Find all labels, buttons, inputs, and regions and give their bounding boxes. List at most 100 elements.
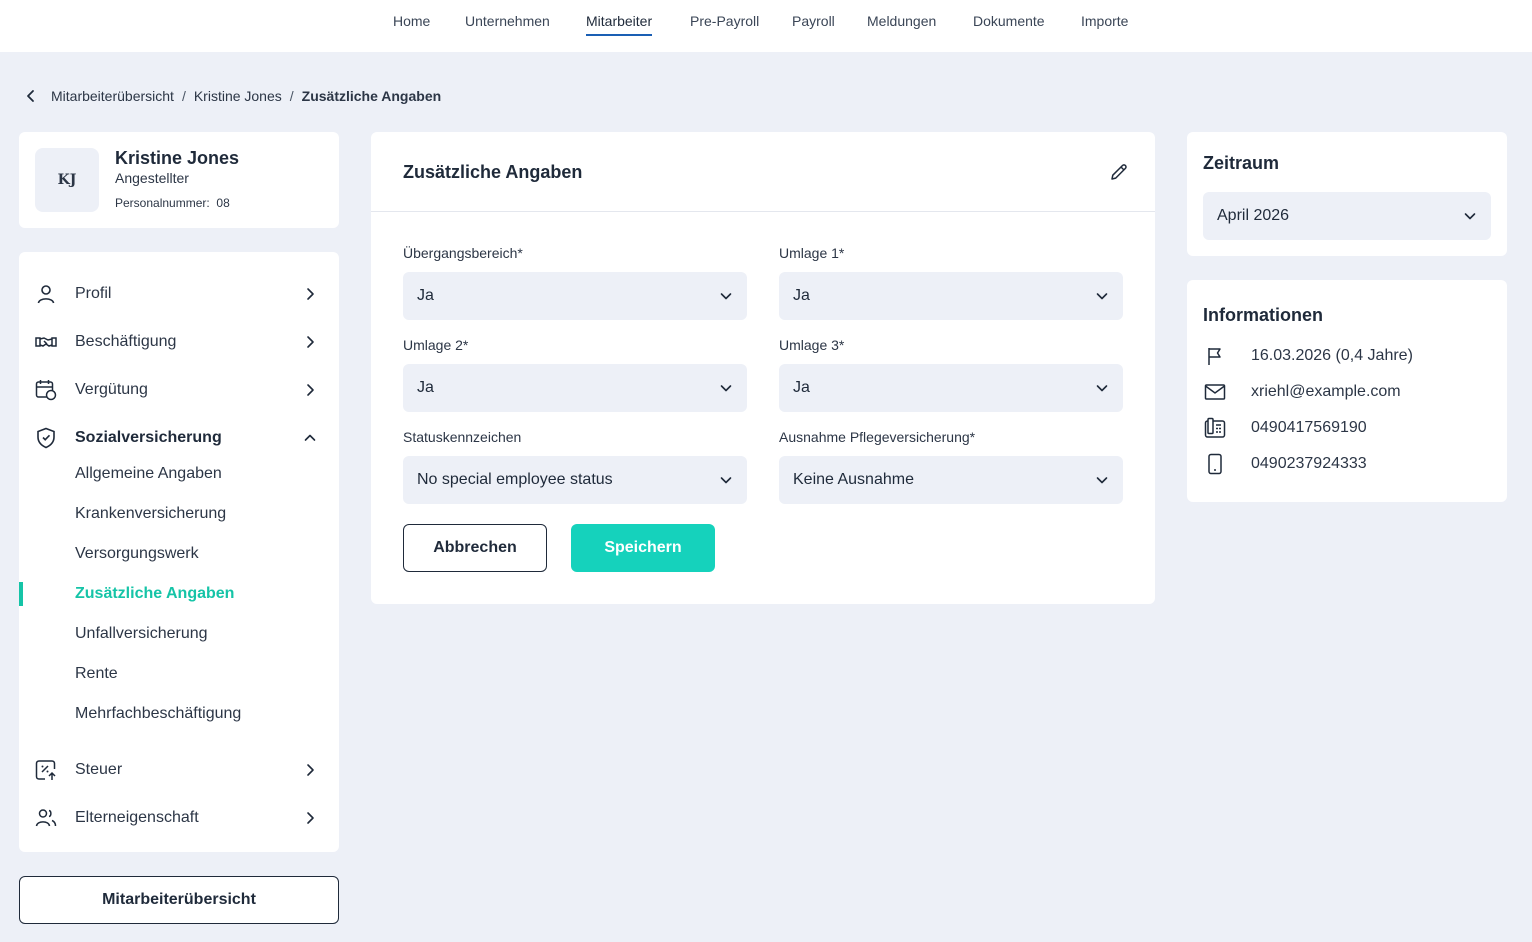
chevron-down-icon xyxy=(1095,473,1109,487)
information-title: Informationen xyxy=(1203,305,1323,325)
chevron-right-icon xyxy=(303,287,317,301)
top-navigation-bar: Home Unternehmen Mitarbeiter Pre-Payroll… xyxy=(0,0,1532,52)
nav-payroll[interactable]: Payroll xyxy=(792,12,835,36)
nav-dokumente[interactable]: Dokumente xyxy=(973,12,1045,36)
period-card: Zeitraum April 2026 xyxy=(1187,132,1507,256)
sidebar-subitem-zusaetzliche-angaben[interactable]: Zusätzliche Angaben xyxy=(75,574,234,614)
ausnahme-pflegeversicherung-select[interactable]: Keine Ausnahme xyxy=(779,456,1123,504)
chevron-right-icon xyxy=(303,335,317,349)
active-indicator xyxy=(19,582,23,606)
additional-details-form: Zusätzliche Angaben Übergangsbereich* Ja… xyxy=(371,132,1155,604)
form-title: Zusätzliche Angaben xyxy=(403,162,583,182)
nav-pre-payroll[interactable]: Pre-Payroll xyxy=(690,12,759,36)
employee-role: Angestellter xyxy=(115,170,189,186)
select-value: Ja xyxy=(417,287,434,304)
tax-icon xyxy=(35,759,57,781)
chevron-up-icon xyxy=(303,431,317,445)
chevron-right-icon xyxy=(303,383,317,397)
select-value: Keine Ausnahme xyxy=(793,471,914,488)
uebergangsbereich-select[interactable]: Ja xyxy=(403,272,747,320)
mobile-text: 0490237924333 xyxy=(1251,455,1367,472)
period-title: Zeitraum xyxy=(1203,153,1280,173)
sidebar-item-sozialversicherung[interactable]: Sozialversicherung xyxy=(19,418,339,458)
employee-number-value: 08 xyxy=(216,196,230,210)
info-row-email: xriehl@example.com xyxy=(1203,380,1401,404)
breadcrumb-employee[interactable]: Kristine Jones xyxy=(194,88,282,104)
user-icon xyxy=(35,283,57,305)
breadcrumb-separator: / xyxy=(289,88,294,104)
handshake-icon xyxy=(35,331,57,353)
select-value: No special employee status xyxy=(417,471,613,488)
breadcrumb: Mitarbeiterübersicht / Kristine Jones / … xyxy=(24,86,441,106)
sidebar-item-verguetung[interactable]: Vergütung xyxy=(19,370,339,410)
start-date-text: 16.03.2026 (0,4 Jahre) xyxy=(1251,347,1413,364)
chevron-down-icon xyxy=(719,289,733,303)
umlage-3-select[interactable]: Ja xyxy=(779,364,1123,412)
sidebar-item-label: Vergütung xyxy=(75,381,148,398)
nav-importe[interactable]: Importe xyxy=(1081,12,1128,36)
save-button[interactable]: Speichern xyxy=(571,524,715,572)
phone-text: 0490417569190 xyxy=(1251,419,1367,436)
chevron-right-icon xyxy=(303,811,317,825)
sidebar-subitem-allgemeine-angaben[interactable]: Allgemeine Angaben xyxy=(75,454,222,494)
sidebar-item-label: Elterneigenschaft xyxy=(75,809,199,826)
sidebar-menu: Profil Beschäftigung Vergütung Sozialver… xyxy=(19,252,339,852)
select-value: Ja xyxy=(793,379,810,396)
nav-meldungen[interactable]: Meldungen xyxy=(867,12,936,36)
divider xyxy=(371,211,1155,212)
select-value: April 2026 xyxy=(1217,207,1290,224)
flag-icon xyxy=(1203,344,1227,368)
nav-mitarbeiter[interactable]: Mitarbeiter xyxy=(586,12,653,36)
calendar-money-icon xyxy=(35,379,57,401)
sidebar-item-beschaeftigung[interactable]: Beschäftigung xyxy=(19,322,339,362)
info-row-start-date: 16.03.2026 (0,4 Jahre) xyxy=(1203,344,1413,368)
chevron-down-icon xyxy=(1463,209,1477,223)
employee-profile-card: KJ Kristine Jones Angestellter Personaln… xyxy=(19,132,339,228)
cancel-button[interactable]: Abbrechen xyxy=(403,524,547,572)
breadcrumb-employee-overview[interactable]: Mitarbeiterübersicht xyxy=(51,88,174,104)
chevron-right-icon xyxy=(303,763,317,777)
chevron-down-icon xyxy=(1095,381,1109,395)
pencil-edit-icon[interactable] xyxy=(1109,162,1129,182)
employee-overview-button[interactable]: Mitarbeiterübersicht xyxy=(19,876,339,924)
sidebar-item-label: Beschäftigung xyxy=(75,333,177,350)
sidebar-subitem-versorgungswerk[interactable]: Versorgungswerk xyxy=(75,534,199,574)
mobile-icon xyxy=(1203,452,1227,476)
phone-icon xyxy=(1203,416,1227,440)
mail-icon xyxy=(1203,380,1227,404)
chevron-down-icon xyxy=(719,473,733,487)
back-chevron-icon[interactable] xyxy=(24,89,38,103)
field-label-statuskennzeichen: Statuskennzeichen xyxy=(403,429,522,445)
field-label-umlage-3: Umlage 3* xyxy=(779,337,845,353)
umlage-2-select[interactable]: Ja xyxy=(403,364,747,412)
breadcrumb-separator: / xyxy=(181,88,186,104)
info-row-mobile: 0490237924333 xyxy=(1203,452,1367,476)
breadcrumb-current: Zusätzliche Angaben xyxy=(301,88,442,104)
employee-number-label: Personalnummer: xyxy=(115,196,210,210)
nav-home[interactable]: Home xyxy=(393,12,430,36)
sidebar-item-profil[interactable]: Profil xyxy=(19,274,339,314)
sidebar-subitem-krankenversicherung[interactable]: Krankenversicherung xyxy=(75,494,226,534)
sidebar-subitem-mehrfachbeschaeftigung[interactable]: Mehrfachbeschäftigung xyxy=(75,694,241,734)
information-card: Informationen 16.03.2026 (0,4 Jahre) xri… xyxy=(1187,280,1507,502)
shield-icon xyxy=(35,427,57,449)
employee-name: Kristine Jones xyxy=(115,148,240,168)
sidebar-item-steuer[interactable]: Steuer xyxy=(19,750,339,790)
people-icon xyxy=(35,807,57,829)
field-label-umlage-2: Umlage 2* xyxy=(403,337,469,353)
chevron-down-icon xyxy=(1095,289,1109,303)
sidebar-item-elterneigenschaft[interactable]: Elterneigenschaft xyxy=(19,798,339,838)
chevron-down-icon xyxy=(719,381,733,395)
period-select[interactable]: April 2026 xyxy=(1203,192,1491,240)
sidebar-subitem-unfallversicherung[interactable]: Unfallversicherung xyxy=(75,614,208,654)
sidebar-item-label: Profil xyxy=(75,285,112,302)
field-label-umlage-1: Umlage 1* xyxy=(779,245,845,261)
statuskennzeichen-select[interactable]: No special employee status xyxy=(403,456,747,504)
umlage-1-select[interactable]: Ja xyxy=(779,272,1123,320)
email-text[interactable]: xriehl@example.com xyxy=(1251,383,1401,401)
nav-unternehmen[interactable]: Unternehmen xyxy=(465,12,550,36)
sidebar-subitem-rente[interactable]: Rente xyxy=(75,654,118,694)
sidebar-item-label: Sozialversicherung xyxy=(75,429,222,446)
employee-number: Personalnummer: 08 xyxy=(115,196,230,210)
sidebar-item-label: Steuer xyxy=(75,761,123,778)
